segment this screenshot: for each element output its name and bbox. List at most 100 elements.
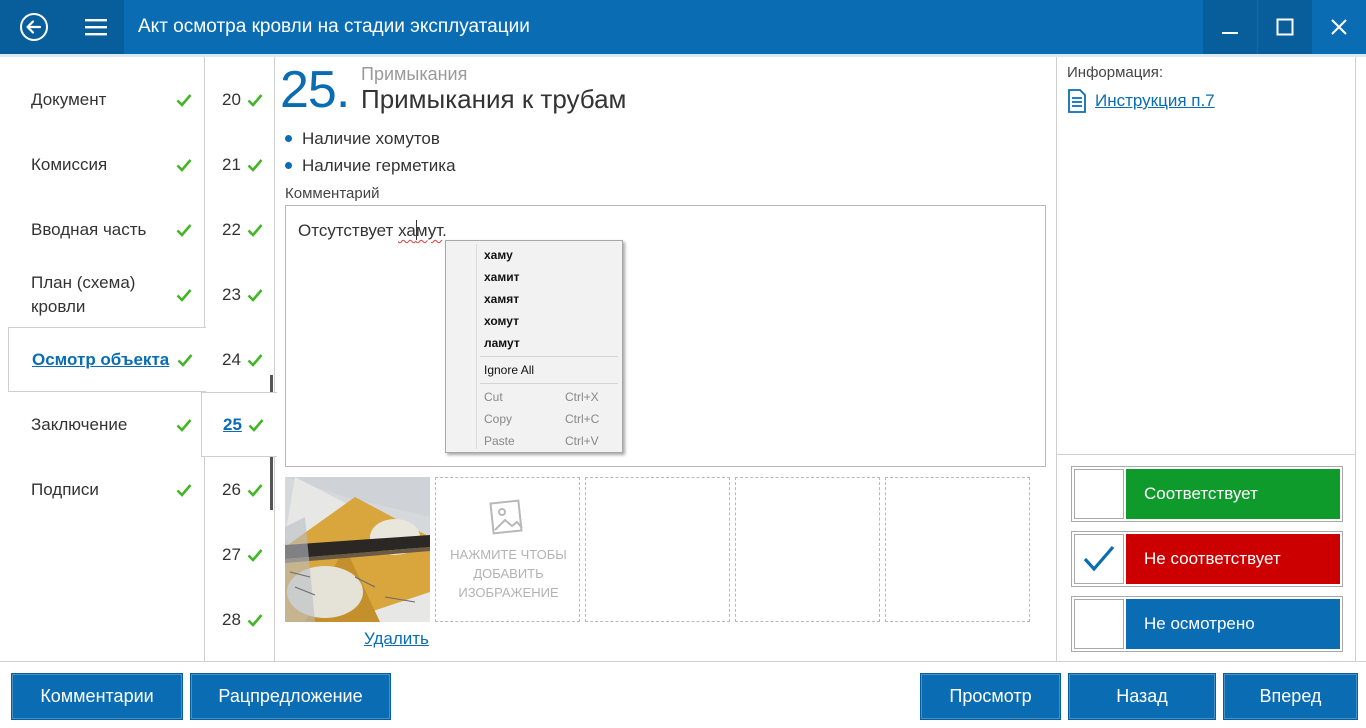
- sidebar-item-intro[interactable]: Вводная часть: [8, 197, 205, 262]
- question-number-item[interactable]: 20: [205, 67, 275, 132]
- checklist-item-text: Наличие хомутов: [302, 128, 440, 148]
- checkmark-icon: [247, 548, 263, 562]
- checkmark-icon: [247, 483, 263, 497]
- question-number-label: 22: [222, 219, 241, 239]
- menu-separator: [480, 356, 618, 357]
- copy-item[interactable]: Copy Ctrl+C: [484, 408, 614, 430]
- maximize-button[interactable]: [1258, 0, 1312, 54]
- question-category: Примыкания: [361, 64, 468, 84]
- checkmark-icon: [247, 223, 263, 237]
- status-checkbox[interactable]: [1074, 469, 1124, 519]
- question-panel: 25. Примыкания Примыкания к трубам Налич…: [275, 57, 1056, 661]
- sidebar-item-label: Вводная часть: [31, 219, 147, 239]
- status-checkbox[interactable]: [1074, 599, 1124, 649]
- question-number-label: 24: [222, 349, 241, 369]
- question-number-item[interactable]: 21: [205, 132, 275, 197]
- suggestion-item[interactable]: хаму: [484, 244, 614, 266]
- status-option-compliant[interactable]: Соответствует: [1071, 466, 1343, 522]
- checkmark-icon: [176, 483, 192, 497]
- add-photo-slot[interactable]: НАЖМИТЕ ЧТОБЫ ДОБАВИТЬ ИЗОБРАЖЕНИЕ: [435, 477, 580, 622]
- proposal-button[interactable]: Рацпредложение: [190, 673, 391, 720]
- suggestion-item[interactable]: хамит: [484, 266, 614, 288]
- comment-text-start: Отсутствует: [298, 221, 399, 240]
- copy-label: Copy: [484, 412, 513, 426]
- paste-shortcut: Ctrl+V: [565, 434, 599, 448]
- window-edge: [1356, 57, 1366, 661]
- suggestion-item[interactable]: хамят: [484, 288, 614, 310]
- comment-text: Отсутствует хамут.: [298, 220, 447, 240]
- minimize-button[interactable]: [1203, 0, 1257, 54]
- forward-button[interactable]: Вперед: [1223, 673, 1358, 720]
- checkmark-icon: [1083, 545, 1115, 572]
- window-title: Акт осмотра кровли на стадии эксплуатаци…: [138, 16, 530, 37]
- back-button[interactable]: Назад: [1068, 673, 1216, 720]
- sidebar-item-inspection[interactable]: Осмотр объекта: [8, 327, 206, 392]
- minimize-icon: [1222, 32, 1238, 34]
- paste-item[interactable]: Paste Ctrl+V: [484, 430, 614, 452]
- cut-label: Cut: [484, 390, 503, 404]
- question-number-label: 25: [223, 414, 242, 434]
- sidebar-item-roof-plan[interactable]: План (схема) кровли: [8, 262, 205, 327]
- status-label: Не соответствует: [1126, 534, 1340, 584]
- maximize-icon: [1276, 18, 1294, 36]
- checklist-item: Наличие хомутов: [285, 125, 456, 152]
- photo-thumbnail[interactable]: [285, 477, 430, 622]
- cut-item[interactable]: Cut Ctrl+X: [484, 386, 614, 408]
- back-arrow-button[interactable]: [0, 0, 68, 54]
- info-panel: Информация: Инструкция п.7 Соответствует…: [1056, 57, 1357, 661]
- delete-photo-link[interactable]: Удалить: [364, 629, 429, 649]
- question-number: 25.: [280, 61, 350, 119]
- cut-shortcut: Ctrl+X: [565, 390, 599, 404]
- add-photo-hint-line: НАЖМИТЕ ЧТОБЫ: [450, 547, 567, 562]
- question-number-label: 23: [222, 284, 241, 304]
- panel-divider: [1057, 454, 1357, 455]
- question-number-label: 26: [222, 479, 241, 499]
- checkmark-icon: [176, 418, 192, 432]
- sidebar-item-document[interactable]: Документ: [8, 67, 205, 132]
- status-option-not-inspected[interactable]: Не осмотрено: [1071, 596, 1343, 652]
- add-photo-hint-line: ИЗОБРАЖЕНИЕ: [458, 585, 559, 600]
- empty-photo-slot[interactable]: [885, 477, 1030, 622]
- question-number-item[interactable]: 22: [205, 197, 275, 262]
- status-checkbox-checked[interactable]: [1074, 534, 1124, 584]
- copy-shortcut: Ctrl+C: [565, 412, 600, 426]
- question-number-item[interactable]: 27: [205, 522, 275, 587]
- sidebar-item-label: Заключение: [31, 414, 128, 434]
- checkmark-icon: [176, 223, 192, 237]
- preview-button[interactable]: Просмотр: [920, 673, 1061, 720]
- sidebar-item-signatures[interactable]: Подписи: [8, 457, 205, 522]
- checkmark-icon: [247, 93, 263, 107]
- comment-textarea[interactable]: Отсутствует хамут.: [285, 205, 1046, 467]
- question-number-label: 28: [222, 609, 241, 629]
- document-icon: [1068, 89, 1086, 113]
- question-number-item[interactable]: 23: [205, 262, 275, 327]
- question-number-item[interactable]: 28: [205, 587, 275, 652]
- roof-photo-image: [285, 477, 430, 622]
- hamburger-menu-button[interactable]: [68, 0, 124, 54]
- empty-photo-slot[interactable]: [585, 477, 730, 622]
- instruction-link-text: Инструкция п.7: [1095, 91, 1215, 110]
- suggestion-item[interactable]: ламут: [484, 332, 614, 354]
- sidebar-item-label: Комиссия: [31, 154, 108, 174]
- question-number-item[interactable]: 24: [205, 327, 275, 392]
- instruction-link[interactable]: Инструкция п.7: [1067, 89, 1215, 113]
- spellcheck-context-menu: хаму хамит хамят хомут ламут Ignore All …: [445, 240, 623, 453]
- sidebar-item-conclusion[interactable]: Заключение: [8, 392, 205, 457]
- sidebar-item-label: Подписи: [31, 479, 99, 499]
- question-number-item[interactable]: 26: [205, 457, 275, 522]
- back-arrow-icon: [20, 13, 48, 41]
- close-icon: [1331, 19, 1347, 35]
- question-title: Примыкания к трубам: [361, 84, 627, 114]
- empty-photo-slot[interactable]: [735, 477, 880, 622]
- question-number-item-active[interactable]: 25: [201, 392, 277, 457]
- ignore-all-item[interactable]: Ignore All: [484, 359, 614, 381]
- status-option-noncompliant[interactable]: Не соответствует: [1071, 531, 1343, 587]
- comments-button[interactable]: Комментарии: [11, 673, 183, 720]
- misspelled-word: хамут: [398, 220, 442, 240]
- sidebar-item-commission[interactable]: Комиссия: [8, 132, 205, 197]
- misspelled-part-1: ха: [398, 221, 416, 240]
- bullet-icon: [285, 135, 292, 142]
- checkmark-icon: [176, 93, 192, 107]
- suggestion-item[interactable]: хомут: [484, 310, 614, 332]
- close-button[interactable]: [1312, 0, 1366, 54]
